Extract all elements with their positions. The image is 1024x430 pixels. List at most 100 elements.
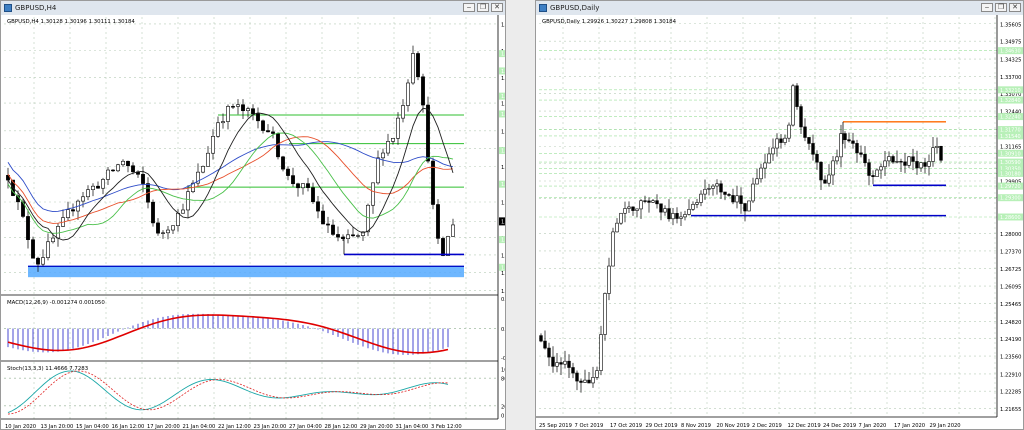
h4-chart-window[interactable]: GBPUSD,H4 ‒ ❐ ✕ 1.321801.319101.316401.3… — [0, 0, 506, 430]
time-axis-label: 29 Oct 2019 — [646, 423, 678, 429]
time-axis-label: 25 Sep 2019 — [539, 423, 572, 429]
bull-candle — [683, 214, 687, 218]
time-axis-label: 29 Jan 20:00 — [360, 424, 393, 430]
level-tag-label: 1.29720 — [1000, 184, 1021, 190]
bear-candle — [631, 206, 635, 211]
time-axis-label: 20 Nov 2019 — [717, 423, 750, 429]
bull-candle — [583, 379, 587, 383]
price-tick-label: 1.29665 — [501, 271, 506, 277]
bull-candle — [611, 231, 615, 267]
bull-candle — [883, 160, 887, 168]
minimize-button[interactable]: ‒ — [981, 3, 993, 12]
bull-candle — [86, 189, 90, 198]
bull-candle — [703, 188, 707, 195]
price-tick-label: 1.30740 — [501, 165, 506, 171]
restore-button[interactable]: ❐ — [477, 3, 489, 12]
time-axis-label: 22 Jan 12:00 — [218, 424, 251, 430]
bull-candle — [671, 213, 675, 220]
bear-candle — [261, 120, 265, 131]
bear-candle — [871, 175, 875, 177]
bull-candle — [775, 138, 779, 149]
bull-candle — [226, 106, 230, 122]
bear-candle — [571, 367, 575, 374]
bear-candle — [351, 234, 355, 237]
macd-label: MACD(12,26,9) -0.001274 0.001050 — [7, 300, 105, 306]
close-button[interactable]: ✕ — [1009, 3, 1021, 12]
bull-candle — [927, 161, 931, 167]
bull-candle — [401, 105, 405, 119]
daily-chart-canvas[interactable]: 1.356051.349751.343251.337001.330701.324… — [536, 15, 1024, 430]
bull-candle — [106, 169, 110, 180]
bull-candle — [446, 236, 450, 256]
bull-candle — [935, 145, 939, 148]
bear-candle — [71, 209, 75, 212]
bear-candle — [291, 175, 295, 185]
bull-candle — [707, 188, 711, 190]
h4-title-bar[interactable]: GBPUSD,H4 ‒ ❐ ✕ — [1, 1, 505, 16]
bull-candle — [356, 235, 360, 237]
bull-candle — [695, 202, 699, 205]
time-axis-label: 23 Jan 20:00 — [254, 424, 287, 430]
bear-candle — [823, 179, 827, 184]
bear-candle — [739, 195, 743, 204]
bear-candle — [256, 113, 260, 122]
bull-candle — [171, 225, 175, 231]
bear-candle — [659, 203, 663, 213]
stoch-scale-label: 80 — [501, 377, 506, 383]
bear-candle — [271, 131, 275, 134]
bull-candle — [246, 108, 250, 112]
bear-candle — [915, 161, 919, 169]
close-button[interactable]: ✕ — [491, 3, 503, 12]
bear-candle — [266, 130, 270, 133]
price-tick-label: 1.26725 — [1000, 267, 1021, 273]
bear-candle — [426, 104, 430, 162]
bear-candle — [251, 108, 255, 115]
h4-window-title: GBPUSD,H4 — [15, 4, 57, 12]
bull-candle — [879, 166, 883, 171]
daily-chart-window[interactable]: GBPUSD,Daily ‒ ❐ ✕ 1.35605 1.34975 1.34325… — [535, 0, 1024, 430]
price-tick-label: 1.31380 — [501, 102, 506, 108]
h4-chart-canvas[interactable]: 1.321801.319101.316401.313801.311001.309… — [1, 15, 506, 430]
time-axis-label: 21 Jan 04:00 — [183, 424, 216, 430]
bull-candle — [396, 117, 400, 139]
bull-candle — [747, 200, 751, 212]
bear-candle — [867, 162, 871, 176]
bear-candle — [331, 224, 335, 235]
price-tick-label: 1.29485 — [501, 289, 506, 295]
chart-background — [536, 15, 1023, 429]
bull-candle — [603, 293, 607, 335]
bear-candle — [643, 200, 647, 202]
price-tick-label: 1.33700 — [1000, 75, 1021, 81]
macd-scale-label: 0.003694 — [501, 297, 506, 303]
level-tag-label: 1.30910 — [1000, 151, 1021, 157]
time-axis-label: 16 Jan 12:00 — [112, 424, 145, 430]
time-axis-label: 8 Nov 2019 — [681, 423, 711, 429]
time-axis-label: 17 Oct 2019 — [610, 423, 642, 429]
bull-candle — [66, 209, 70, 218]
bull-candle — [591, 377, 595, 384]
bear-candle — [911, 156, 915, 162]
bear-candle — [156, 222, 160, 234]
bear-candle — [126, 160, 130, 167]
bull-candle — [699, 193, 703, 203]
stoch-scale-label: 0 — [501, 414, 504, 420]
level-tag-label: 1.30000 — [501, 238, 506, 244]
restore-button[interactable]: ❐ — [995, 3, 1007, 12]
bull-candle — [81, 196, 85, 202]
bull-candle — [651, 200, 655, 203]
bull-candle — [919, 162, 923, 169]
daily-title-bar[interactable]: GBPUSD,Daily ‒ ❐ ✕ — [536, 1, 1023, 16]
bull-candle — [663, 208, 667, 213]
minimize-button[interactable]: ‒ — [463, 3, 475, 12]
level-tag-label: 1.31270 — [501, 112, 506, 118]
bull-candle — [381, 152, 385, 159]
bull-candle — [376, 157, 380, 184]
bull-candle — [166, 229, 170, 234]
bull-candle — [755, 178, 759, 185]
price-tick-label: 1.26095 — [1000, 285, 1021, 291]
bear-candle — [441, 238, 445, 256]
bull-candle — [116, 164, 120, 172]
bull-candle — [211, 136, 215, 154]
bull-candle — [711, 185, 715, 189]
support-zone — [28, 266, 464, 278]
